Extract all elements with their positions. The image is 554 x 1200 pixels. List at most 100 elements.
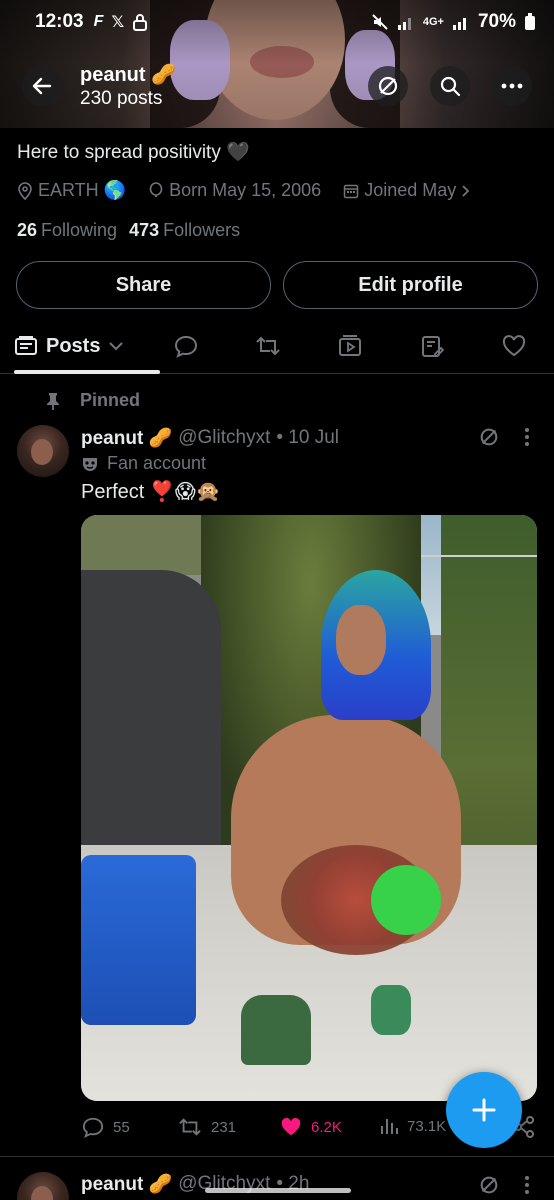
grok-icon (480, 428, 498, 446)
repost-button[interactable]: 231 (177, 1116, 236, 1138)
post-divider (0, 1156, 554, 1157)
tab-reposts[interactable] (248, 318, 288, 374)
followers-link[interactable]: 473 Followers (129, 220, 240, 241)
article-icon (422, 336, 445, 357)
posts-icon (15, 336, 37, 355)
video-icon (339, 335, 361, 356)
network-type: 4G+ (422, 16, 444, 28)
signal-icon-2 (452, 18, 466, 30)
grok-icon (378, 76, 398, 96)
follow-stats: 26 Following 473 Followers (17, 220, 240, 241)
vertical-dots-icon (525, 1176, 529, 1194)
edit-profile-button[interactable]: Edit profile (283, 261, 538, 309)
analytics-icon (381, 1119, 398, 1134)
media-handbag (81, 855, 196, 1025)
joined-text: Joined May (364, 180, 457, 200)
birthday-text: Born May 15, 2006 (169, 180, 322, 200)
grok-button[interactable] (368, 66, 408, 106)
joined-item[interactable]: Joined May (343, 180, 471, 201)
battery-icon (525, 13, 535, 30)
post-author-handle: @Glitchyxt (178, 427, 271, 448)
post-grok-button-2[interactable] (476, 1172, 502, 1198)
heart-icon (502, 335, 526, 357)
status-time: 12:03 (35, 11, 84, 32)
view-count: 73.1K (407, 1117, 447, 1135)
media-person-face (336, 605, 386, 675)
post-avatar-2[interactable] (17, 1172, 69, 1200)
reply-count: 55 (113, 1118, 130, 1136)
media-rail (421, 555, 537, 557)
tab-posts-label: Posts (46, 334, 101, 357)
location-pin-icon (18, 181, 32, 200)
mute-icon (372, 14, 388, 30)
arrow-left-icon (32, 77, 52, 95)
header-name-text: peanut (80, 64, 146, 86)
x-logo-icon: 𝕏 (111, 14, 125, 31)
fan-account-label: Fan account (81, 453, 206, 474)
heart-filled-icon (281, 1117, 301, 1136)
post-text: Perfect ❣️😱🙊 (81, 481, 221, 503)
followers-count: 473 (129, 220, 160, 240)
post-more-button[interactable] (514, 424, 540, 450)
header-posts-count: 230 posts (80, 88, 163, 109)
balloon-icon (149, 181, 163, 197)
header-name-emoji: 🥜 (151, 64, 177, 86)
followers-label: Followers (163, 220, 241, 240)
compose-fab-button[interactable] (446, 1072, 522, 1148)
post-author-name-2[interactable]: peanut 🥜 (81, 1172, 172, 1196)
profile-bio: Here to spread positivity 🖤 (17, 142, 250, 163)
pinned-label: Pinned (46, 390, 140, 411)
lock-icon (133, 14, 148, 31)
views-button[interactable]: 73.1K (379, 1116, 446, 1136)
post-date[interactable]: • 10 Jul (276, 427, 339, 449)
post-avatar[interactable] (17, 425, 69, 477)
media-shoe-right (371, 985, 411, 1035)
repost-icon (179, 1118, 201, 1136)
following-label: Following (41, 220, 118, 240)
back-button[interactable] (22, 66, 62, 106)
share-button[interactable]: Share (16, 261, 271, 309)
like-count: 6.2K (311, 1118, 342, 1136)
notification-f-icon: F (93, 13, 104, 30)
header-username: peanut 🥜 (80, 62, 176, 87)
location-text: EARTH 🌎 (38, 180, 127, 200)
tab-posts[interactable]: Posts (14, 318, 160, 374)
fan-account-text: Fan account (107, 453, 207, 473)
battery-percent: 70% (477, 11, 516, 32)
like-button[interactable]: 6.2K (279, 1116, 342, 1138)
media-shoe-left (241, 995, 311, 1065)
status-bar: 12:03 F 𝕏 4G+ 70% (0, 0, 554, 44)
plus-icon (472, 1098, 496, 1122)
pinned-text: Pinned (80, 390, 141, 410)
post-more-button-2[interactable] (514, 1172, 540, 1198)
post-author-name[interactable]: peanut 🥜 (81, 426, 172, 450)
following-count: 26 (17, 220, 38, 240)
post-grok-button[interactable] (476, 424, 502, 450)
home-indicator[interactable] (205, 1188, 351, 1193)
tab-articles[interactable] (412, 318, 452, 374)
following-link[interactable]: 26 Following (17, 220, 117, 241)
chat-bubble-icon (174, 335, 198, 358)
calendar-icon (343, 184, 359, 198)
more-button[interactable] (492, 66, 532, 106)
tab-likes[interactable] (494, 318, 534, 374)
profile-meta: EARTH 🌎 Born May 15, 2006 Joined May (17, 180, 471, 201)
more-dots-icon (501, 83, 523, 89)
search-button[interactable] (430, 66, 470, 106)
search-icon (440, 76, 461, 97)
repost-icon (256, 336, 280, 356)
active-tab-indicator (14, 370, 160, 374)
post-header: peanut 🥜 @Glitchyxt • 10 Jul (81, 426, 339, 450)
post-media-image[interactable] (81, 515, 537, 1101)
reply-icon (82, 1117, 104, 1138)
pin-icon (47, 392, 59, 410)
reply-button[interactable]: 55 (81, 1116, 130, 1138)
signal-icon (397, 18, 411, 30)
mask-icon (83, 457, 97, 471)
tab-videos[interactable] (330, 318, 370, 374)
grok-icon (480, 1176, 498, 1194)
tab-replies[interactable] (166, 318, 206, 374)
birthday-item: Born May 15, 2006 (148, 180, 321, 201)
repost-count: 231 (211, 1118, 237, 1136)
media-bikini (371, 865, 441, 935)
